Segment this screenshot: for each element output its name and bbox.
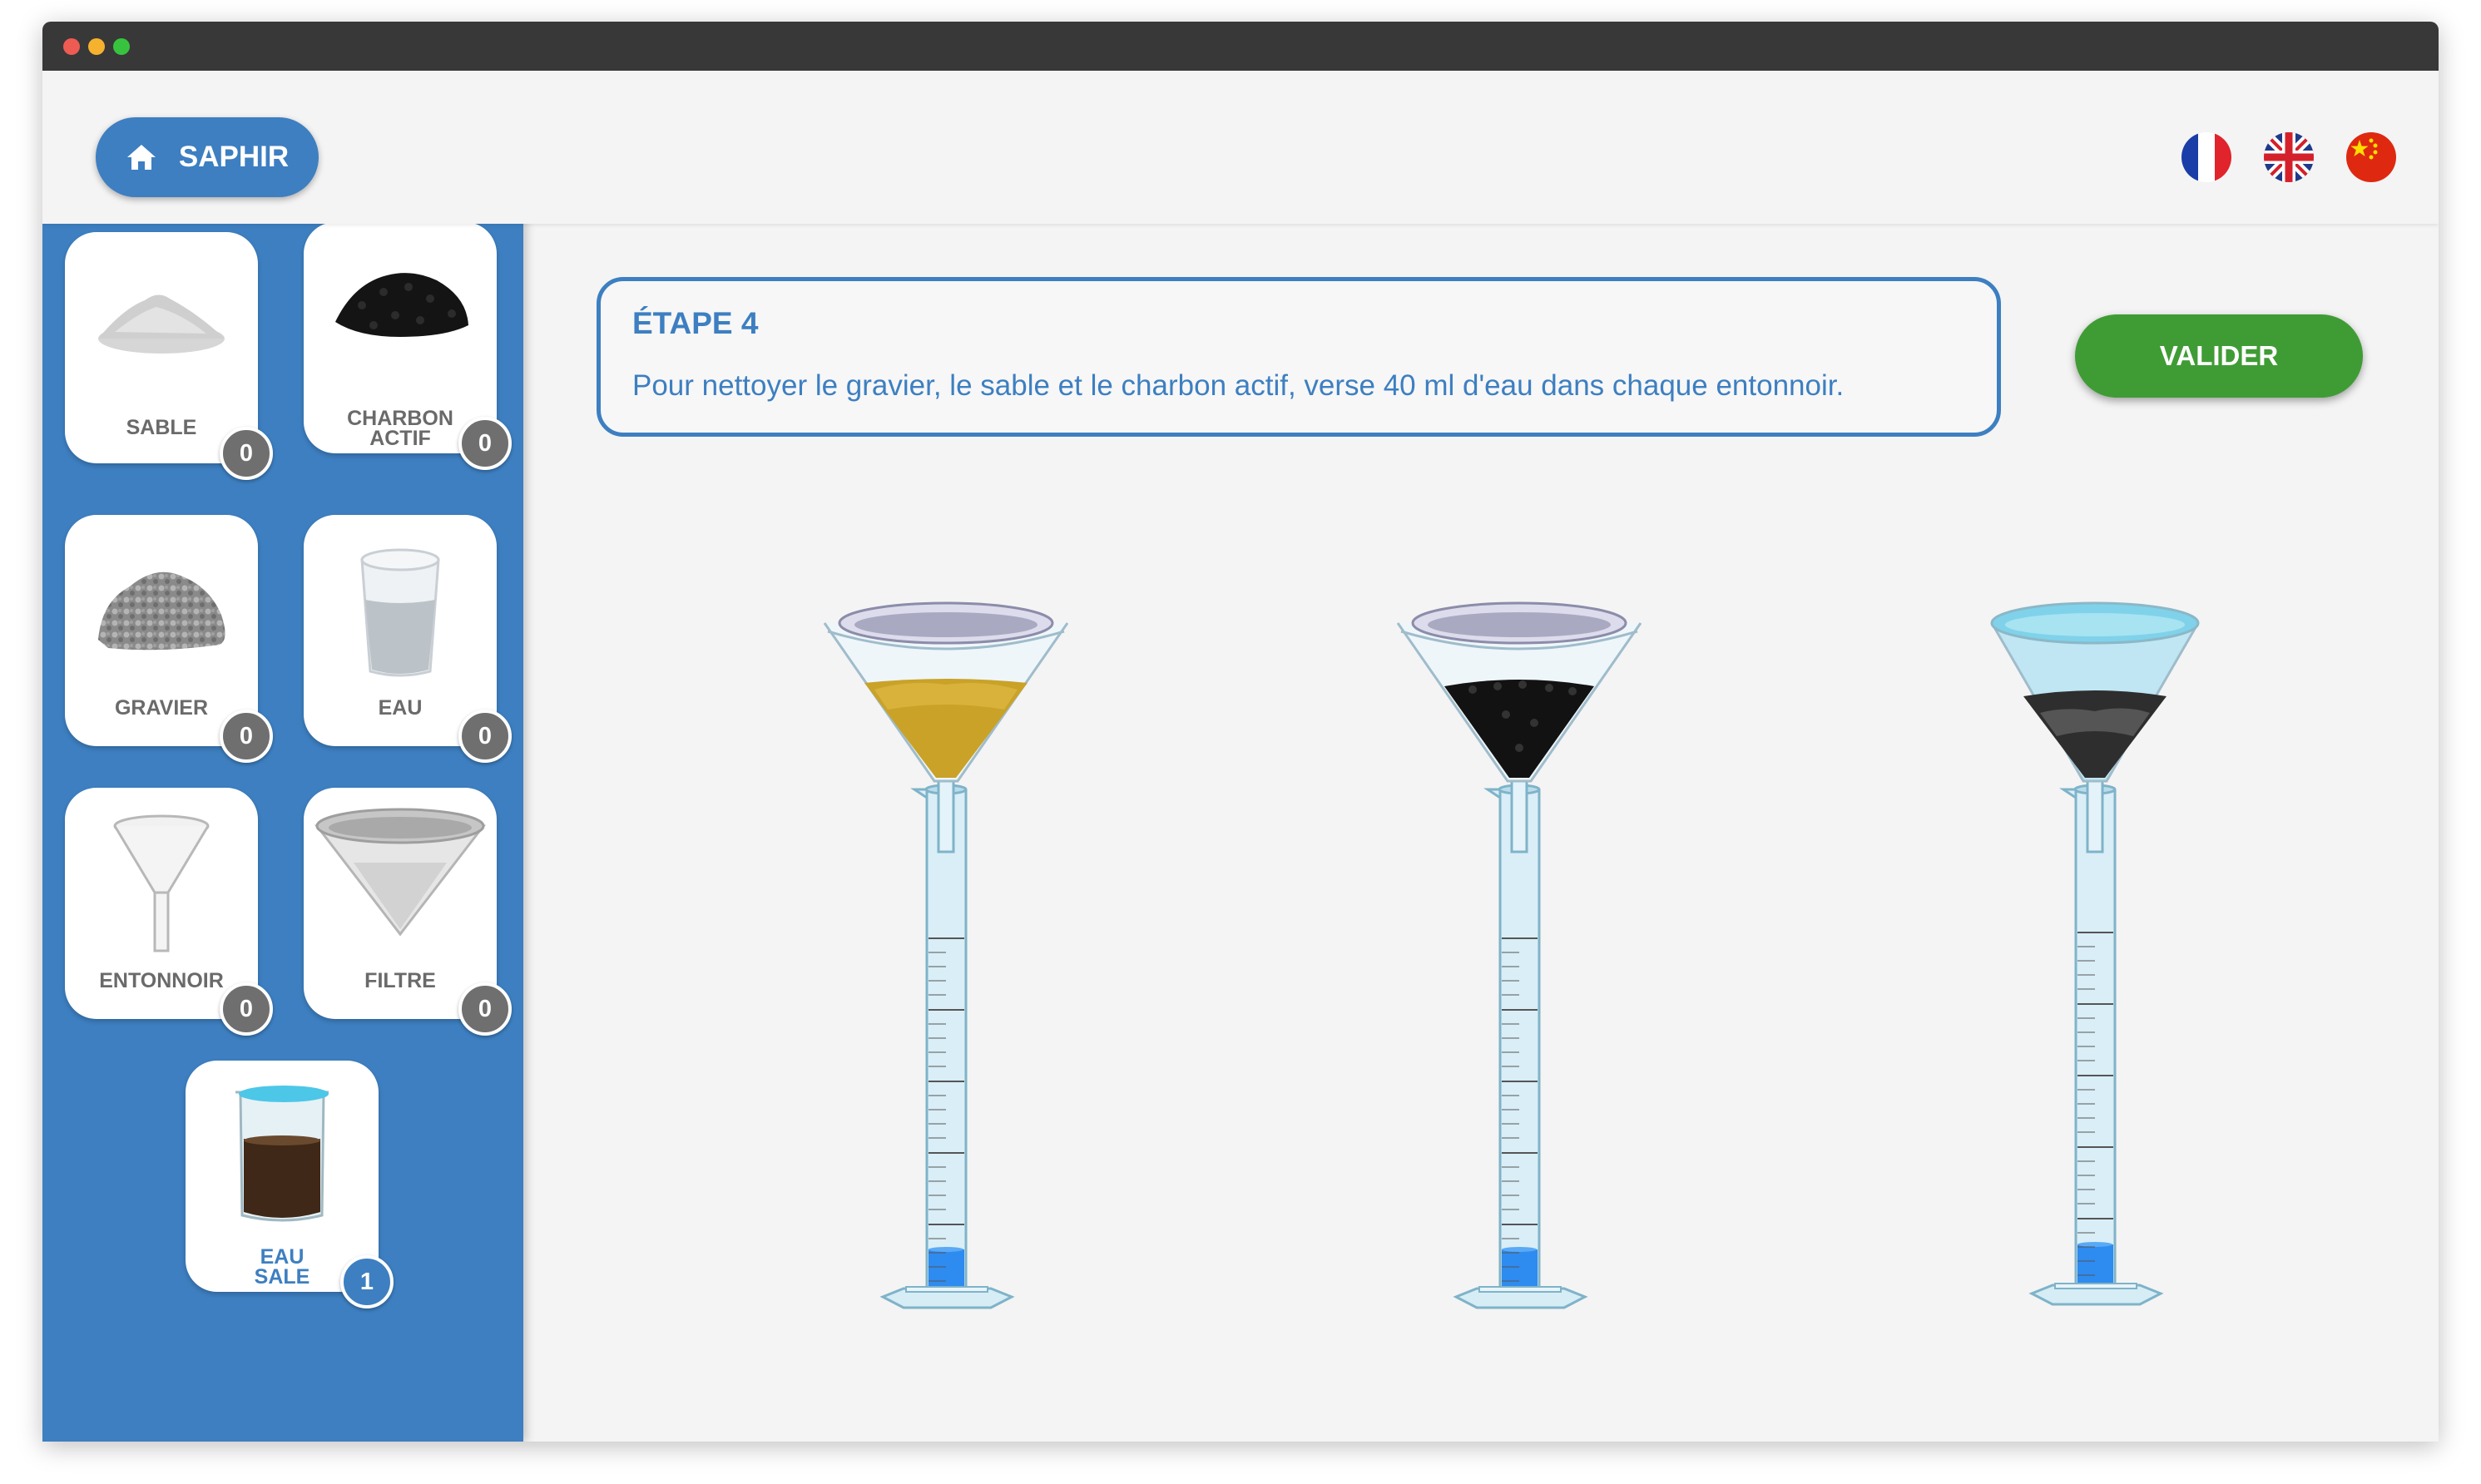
count-badge: 0 [458,417,512,470]
filter-icon [314,808,487,937]
count-badge: 0 [458,982,512,1036]
flag-uk-icon[interactable] [2264,132,2314,182]
sidebar-item-sand[interactable]: SABLE 0 [65,232,273,480]
maximize-window-button[interactable] [113,38,130,55]
minimize-window-button[interactable] [88,38,105,55]
sidebar-item-filter[interactable]: FILTRE 0 [304,788,512,1036]
sidebar-item-funnel[interactable]: ENTONNOIR 0 [65,788,273,1036]
validate-button[interactable]: VALIDER [2075,314,2363,398]
home-icon [126,145,156,170]
sidebar-item-water[interactable]: EAU 0 [304,515,512,763]
gravel-icon [98,571,225,650]
instruction-box: ÉTAPE 4 Pour nettoyer le gravier, le sab… [597,277,2001,437]
flag-china-icon[interactable] [2346,132,2396,182]
gravel-funnel-cylinder[interactable] [1940,573,2223,1347]
dirty-water-beaker-icon [235,1086,329,1222]
sidebar-item-gravel[interactable]: GRAVIER 0 [65,515,273,763]
count-badge: 1 [340,1255,394,1308]
ingredients-sidebar: SABLE 0 CHARBON ACTIF 0 GRAVIER 0 EAU 0 … [42,202,523,1442]
count-badge: 0 [458,710,512,763]
sand-funnel-cylinder[interactable] [791,573,1074,1347]
title-bar [42,22,2439,71]
charcoal-funnel-cylinder[interactable] [1364,573,1647,1347]
app-window: SAPHIR SABLE 0 CHARBON ACTIF 0 GRAVIER 0… [42,22,2439,1442]
close-window-button[interactable] [63,38,80,55]
count-badge: 0 [220,982,273,1036]
sand-icon [98,294,225,354]
count-badge: 0 [220,710,273,763]
count-badge: 0 [220,427,273,480]
funnel-icon [113,814,210,952]
instruction-text: Pour nettoyer le gravier, le sable et le… [632,369,1845,402]
activated-charcoal-icon [335,273,468,337]
water-glass-icon [360,548,440,677]
step-title: ÉTAPE 4 [632,306,759,340]
header: SAPHIR [42,71,2439,224]
sidebar-item-activated-charcoal[interactable]: CHARBON ACTIF 0 [304,222,512,470]
home-button[interactable]: SAPHIR [96,117,319,197]
flag-france-icon[interactable] [2181,132,2231,182]
home-label: SAPHIR [178,141,290,173]
sidebar-item-dirty-water[interactable]: EAU SALE 1 [186,1061,394,1308]
